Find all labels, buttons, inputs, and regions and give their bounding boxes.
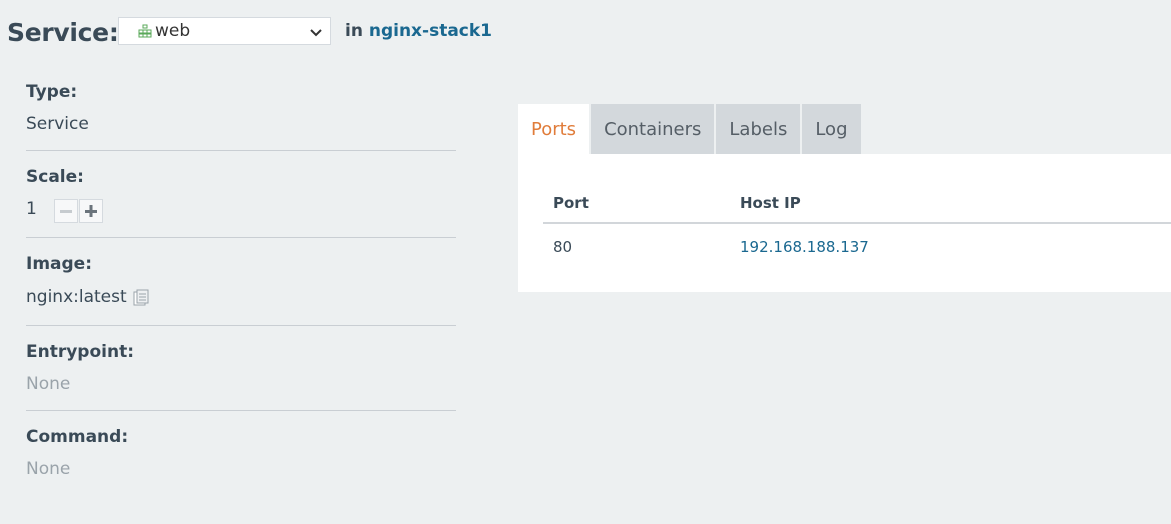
stack-reference: in nginx-stack1 — [345, 21, 492, 41]
type-field: Type: Service — [26, 80, 456, 151]
ports-panel: Port Host IP 80 192.168.188.137 — [518, 154, 1171, 292]
page-title: Service: — [7, 17, 119, 47]
entrypoint-field: Entrypoint: None — [26, 326, 456, 411]
tab-labels[interactable]: Labels — [716, 104, 801, 154]
chevron-down-icon — [310, 29, 322, 37]
copy-clipboard-icon[interactable] — [132, 289, 150, 307]
page-header: Service: — [7, 14, 119, 50]
ports-table: Port Host IP 80 192.168.188.137 — [543, 184, 1171, 270]
in-label: in — [345, 21, 363, 41]
image-value-row: nginx:latest — [26, 286, 150, 307]
service-details: Type: Service Scale: 1 Image: nginx:late… — [26, 80, 456, 491]
entrypoint-value: None — [26, 374, 71, 394]
scale-value: 1 — [26, 199, 37, 219]
image-label: Image: — [26, 254, 93, 274]
command-value: None — [26, 459, 71, 479]
service-selector[interactable]: web — [118, 17, 331, 45]
entrypoint-label: Entrypoint: — [26, 342, 135, 362]
tab-containers[interactable]: Containers — [591, 104, 715, 154]
stack-link[interactable]: nginx-stack1 — [369, 21, 492, 41]
scale-stepper — [54, 199, 103, 223]
column-header-host-ip: Host IP — [730, 184, 1171, 224]
detail-tabs: Ports Containers Labels Log — [518, 104, 863, 154]
scale-label: Scale: — [26, 167, 84, 187]
table-header-row: Port Host IP — [543, 184, 1171, 224]
command-field: Command: None — [26, 411, 456, 491]
host-ip-cell: 192.168.188.137 — [730, 223, 1171, 270]
tab-log[interactable]: Log — [802, 104, 861, 154]
type-label: Type: — [26, 82, 78, 102]
table-row: 80 192.168.188.137 — [543, 223, 1171, 270]
scale-increase-button[interactable] — [79, 199, 103, 223]
service-icon — [138, 24, 152, 38]
selected-service-name: web — [155, 21, 191, 41]
column-header-port: Port — [543, 184, 730, 224]
scale-field: Scale: 1 — [26, 151, 456, 238]
scale-decrease-button[interactable] — [54, 199, 78, 223]
minus-icon — [60, 210, 72, 213]
command-label: Command: — [26, 427, 129, 447]
image-value: nginx:latest — [26, 286, 127, 307]
tab-ports[interactable]: Ports — [518, 104, 590, 154]
type-value: Service — [26, 114, 89, 134]
host-ip-link[interactable]: 192.168.188.137 — [740, 238, 869, 256]
plus-icon — [85, 205, 97, 217]
image-field: Image: nginx:latest — [26, 238, 456, 326]
port-cell: 80 — [553, 238, 573, 256]
